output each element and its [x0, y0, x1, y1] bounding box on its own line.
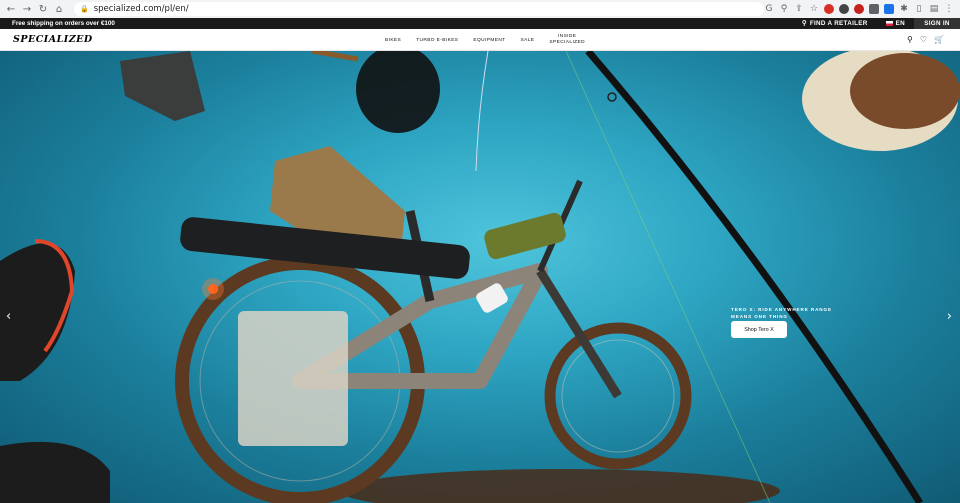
location-pin-icon: ⚲ — [801, 20, 807, 27]
hero-banner: ‹ › TERO X: RIDE ANYWHERE RANGE MEANS ON… — [0, 51, 960, 503]
carousel-prev-arrow-icon[interactable]: ‹ — [6, 309, 11, 324]
extension-red-icon[interactable] — [824, 4, 834, 14]
cart-icon[interactable]: 🛒 — [934, 35, 944, 44]
menu-kebab-icon[interactable]: ⋮ — [944, 4, 954, 14]
nav-item-sale[interactable]: SALE — [521, 38, 535, 43]
puzzle-icon[interactable]: ✱ — [899, 4, 909, 14]
home-icon[interactable]: ⌂ — [52, 2, 66, 16]
nav-item-inside-specialized[interactable]: INSIDE SPECIALIZED — [549, 34, 585, 45]
nav-item-bikes[interactable]: BIKES — [385, 38, 401, 43]
extension-lastpass-icon[interactable] — [854, 4, 864, 14]
hero-caption-line2: MEANS ONE THING — [731, 313, 788, 319]
nav-item-equipment[interactable]: EQUIPMENT — [473, 38, 505, 43]
nav-icons: ⚲ ♡ 🛒 — [907, 35, 944, 44]
reload-icon[interactable]: ↻ — [36, 2, 50, 16]
google-lens-icon[interactable]: G — [764, 4, 774, 14]
nav-item-turbo-e-bikes[interactable]: TURBO E-BIKES — [416, 38, 458, 43]
back-icon[interactable]: ← — [4, 2, 18, 16]
shop-tero-x-button[interactable]: Shop Tero X — [731, 321, 787, 338]
zoom-icon[interactable]: ⚲ — [779, 4, 789, 14]
browser-toolbar: ← → ↻ ⌂ 🔒 specialized.com/pl/en/ G ⚲ ⇪ ☆… — [0, 0, 960, 18]
forward-icon[interactable]: → — [20, 2, 34, 16]
wishlist-heart-icon[interactable]: ♡ — [920, 35, 927, 44]
sidebar-icon[interactable]: ▯ — [914, 4, 924, 14]
language-selector[interactable]: EN — [877, 20, 914, 27]
hero-caption-line1: TERO X: RIDE ANYWHERE RANGE — [731, 307, 832, 312]
extension-grid-icon[interactable] — [869, 4, 879, 14]
extensions-area: G ⚲ ⇪ ☆ ✱ ▯ ▤ ⋮ — [764, 4, 956, 14]
hero-caption: TERO X: RIDE ANYWHERE RANGE MEANS ONE TH… — [731, 307, 841, 320]
sign-in-button[interactable]: SIGN IN — [914, 18, 960, 29]
language-label: EN — [895, 20, 905, 27]
share-icon[interactable]: ⇪ — [794, 4, 804, 14]
extension-dark-icon[interactable] — [839, 4, 849, 14]
poland-flag-icon — [885, 21, 893, 26]
nav-menu: BIKES TURBO E-BIKES EQUIPMENT SALE INSID… — [385, 29, 585, 51]
shipping-banner: Free shipping on orders over €100 — [12, 20, 115, 27]
main-navigation: SPECIALIZED BIKES TURBO E-BIKES EQUIPMEN… — [0, 29, 960, 51]
inside-line2: SPECIALIZED — [549, 40, 585, 45]
find-retailer-link[interactable]: ⚲ FIND A RETAILER — [793, 20, 877, 27]
specialized-logo[interactable]: SPECIALIZED — [13, 34, 93, 45]
find-retailer-label: FIND A RETAILER — [809, 20, 868, 27]
profile-icon[interactable]: ▤ — [929, 4, 939, 14]
extension-blue-icon[interactable] — [884, 4, 894, 14]
bookmark-star-icon[interactable]: ☆ — [809, 4, 819, 14]
url-text: specialized.com/pl/en/ — [93, 4, 189, 14]
promo-bar: Free shipping on orders over €100 ⚲ FIND… — [0, 18, 960, 29]
search-icon[interactable]: ⚲ — [907, 35, 913, 44]
address-bar[interactable]: 🔒 specialized.com/pl/en/ — [74, 2, 764, 16]
hero-image — [0, 51, 960, 503]
carousel-next-arrow-icon[interactable]: › — [947, 309, 952, 324]
lock-icon: 🔒 — [80, 5, 89, 13]
inside-line1: INSIDE — [557, 34, 577, 40]
